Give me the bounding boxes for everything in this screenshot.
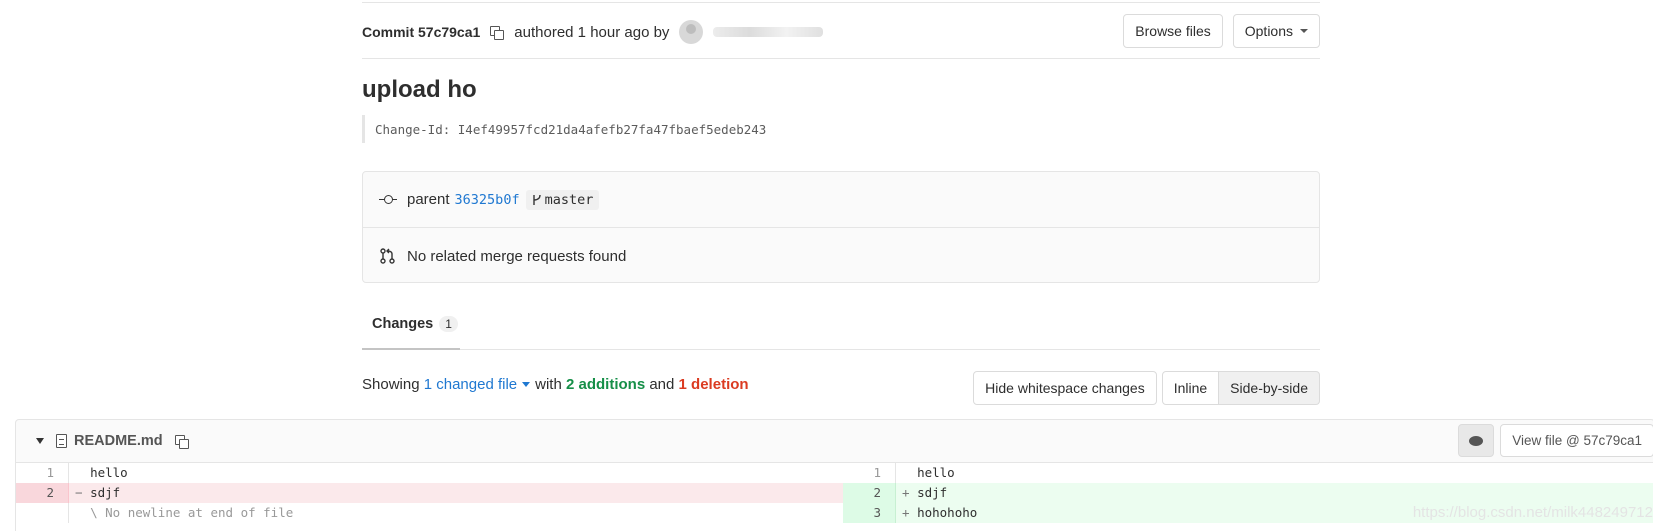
- parent-row: parent 36325b0f master: [363, 172, 1319, 228]
- file-actions: View file @ 57c79ca1: [1458, 424, 1653, 457]
- diff-summary: Showing 1 changed file with 2 additions …: [362, 376, 749, 393]
- copy-icon[interactable]: [174, 435, 189, 449]
- line-number[interactable]: 1: [843, 463, 896, 483]
- line-content: hello: [69, 463, 843, 483]
- commit-icon: [379, 193, 397, 207]
- diff-marker: +: [902, 505, 910, 520]
- diff-marker: [75, 465, 83, 480]
- file-header: README.md View file @ 57c79ca1: [15, 419, 1653, 462]
- changed-files-dropdown[interactable]: 1 changed file: [424, 376, 517, 393]
- line-number[interactable]: 2: [843, 483, 896, 503]
- browse-files-button[interactable]: Browse files: [1123, 14, 1223, 48]
- inline-label: Inline: [1173, 380, 1208, 396]
- merge-requests-text: No related merge requests found: [407, 247, 627, 265]
- commit-sha-label: Commit 57c79ca1: [362, 24, 481, 40]
- line-content: \ No newline at end of file: [69, 503, 843, 523]
- diff-view-controls: Hide whitespace changes Inline Side-by-s…: [973, 371, 1320, 405]
- commit-header: Commit 57c79ca1 authored 1 hour ago by B…: [362, 14, 1320, 50]
- diff-left-side: 1 hello 2− sdjf \ No newline at end of fi…: [16, 463, 843, 531]
- side-by-side-view-button[interactable]: Side-by-side: [1219, 371, 1320, 405]
- file-icon: [56, 434, 67, 448]
- copy-icon[interactable]: [490, 26, 505, 40]
- line-text: \ No newline at end of file: [90, 505, 294, 520]
- line-number[interactable]: [16, 503, 69, 523]
- showing-text: Showing: [362, 376, 420, 393]
- merge-requests-row: No related merge requests found: [363, 228, 1319, 284]
- toggle-comments-button[interactable]: [1458, 424, 1495, 457]
- browse-files-label: Browse files: [1135, 23, 1211, 39]
- line-number[interactable]: 2: [16, 483, 69, 503]
- tab-changes-label: Changes: [372, 316, 434, 332]
- diff-line: 2− sdjf: [16, 483, 843, 503]
- diff-table: 1 hello 2− sdjf \ No newline at end of fi…: [15, 462, 1653, 531]
- and-text: and: [649, 376, 675, 393]
- line-content: hello: [896, 463, 1653, 483]
- line-text: hohohoho: [917, 505, 978, 520]
- line-number[interactable]: 1: [16, 463, 69, 483]
- options-button[interactable]: Options: [1232, 14, 1320, 48]
- chevron-down-icon: [1300, 29, 1308, 33]
- authored-text: authored 1 hour ago by: [514, 23, 670, 41]
- chevron-down-icon[interactable]: [522, 382, 531, 387]
- header-buttons: Browse files Options: [1123, 14, 1320, 48]
- line-content: + sdjf: [896, 483, 1653, 503]
- line-number[interactable]: 3: [843, 503, 896, 523]
- diff-line: 1 hello: [16, 463, 843, 483]
- parent-sha-link[interactable]: 36325b0f: [455, 192, 520, 208]
- with-text: with: [535, 376, 562, 393]
- file-name[interactable]: README.md: [74, 433, 163, 449]
- inline-view-button[interactable]: Inline: [1161, 371, 1220, 405]
- line-text: sdjf: [917, 485, 948, 500]
- author-name-redacted[interactable]: [713, 27, 824, 37]
- watermark: https://blog.csdn.net/milk448249712: [1412, 504, 1653, 521]
- options-label: Options: [1244, 23, 1293, 39]
- diff-line: \ No newline at end of file: [16, 503, 843, 523]
- parent-label: parent: [407, 191, 450, 208]
- line-text: sdjf: [90, 485, 121, 500]
- hide-whitespace-button[interactable]: Hide whitespace changes: [973, 371, 1157, 405]
- line-content: − sdjf: [69, 483, 843, 503]
- line-text: hello: [917, 465, 955, 480]
- tab-changes[interactable]: Changes 1: [362, 300, 460, 350]
- commit-title: upload ho: [362, 76, 477, 103]
- view-file-button[interactable]: View file @ 57c79ca1: [1500, 424, 1653, 457]
- merge-request-icon: [380, 248, 395, 264]
- tabs-bar: Changes 1: [362, 300, 1320, 350]
- branch-name: master: [544, 191, 594, 208]
- branch-badge[interactable]: master: [525, 189, 600, 210]
- diff-marker: −: [75, 485, 83, 500]
- line-text: hello: [90, 465, 128, 480]
- additions-count: 2 additions: [565, 376, 646, 393]
- view-mode-toggle: Inline Side-by-side: [1161, 371, 1320, 405]
- hide-whitespace-label: Hide whitespace changes: [985, 380, 1145, 396]
- diff-marker: [902, 465, 910, 480]
- comment-icon: [1469, 435, 1484, 446]
- commit-description: Change-Id: I4ef49957fcd21da4afefb27fa47f…: [362, 115, 766, 143]
- changes-count-badge: 1: [439, 316, 458, 332]
- diff-marker: [75, 505, 83, 520]
- top-divider: [362, 2, 1320, 3]
- collapse-toggle-icon[interactable]: [36, 438, 44, 444]
- diff-line: 2 + sdjf: [843, 483, 1653, 503]
- header-divider: [362, 58, 1320, 59]
- diff-line: 1 hello: [843, 463, 1653, 483]
- deletions-count: 1 deletion: [678, 376, 749, 393]
- branch-icon: [532, 194, 541, 205]
- diff-marker: +: [902, 485, 910, 500]
- side-by-side-label: Side-by-side: [1230, 380, 1308, 396]
- avatar[interactable]: [679, 20, 704, 44]
- commit-info-box: parent 36325b0f master No related merge …: [362, 171, 1320, 283]
- view-file-label: View file @ 57c79ca1: [1512, 433, 1642, 448]
